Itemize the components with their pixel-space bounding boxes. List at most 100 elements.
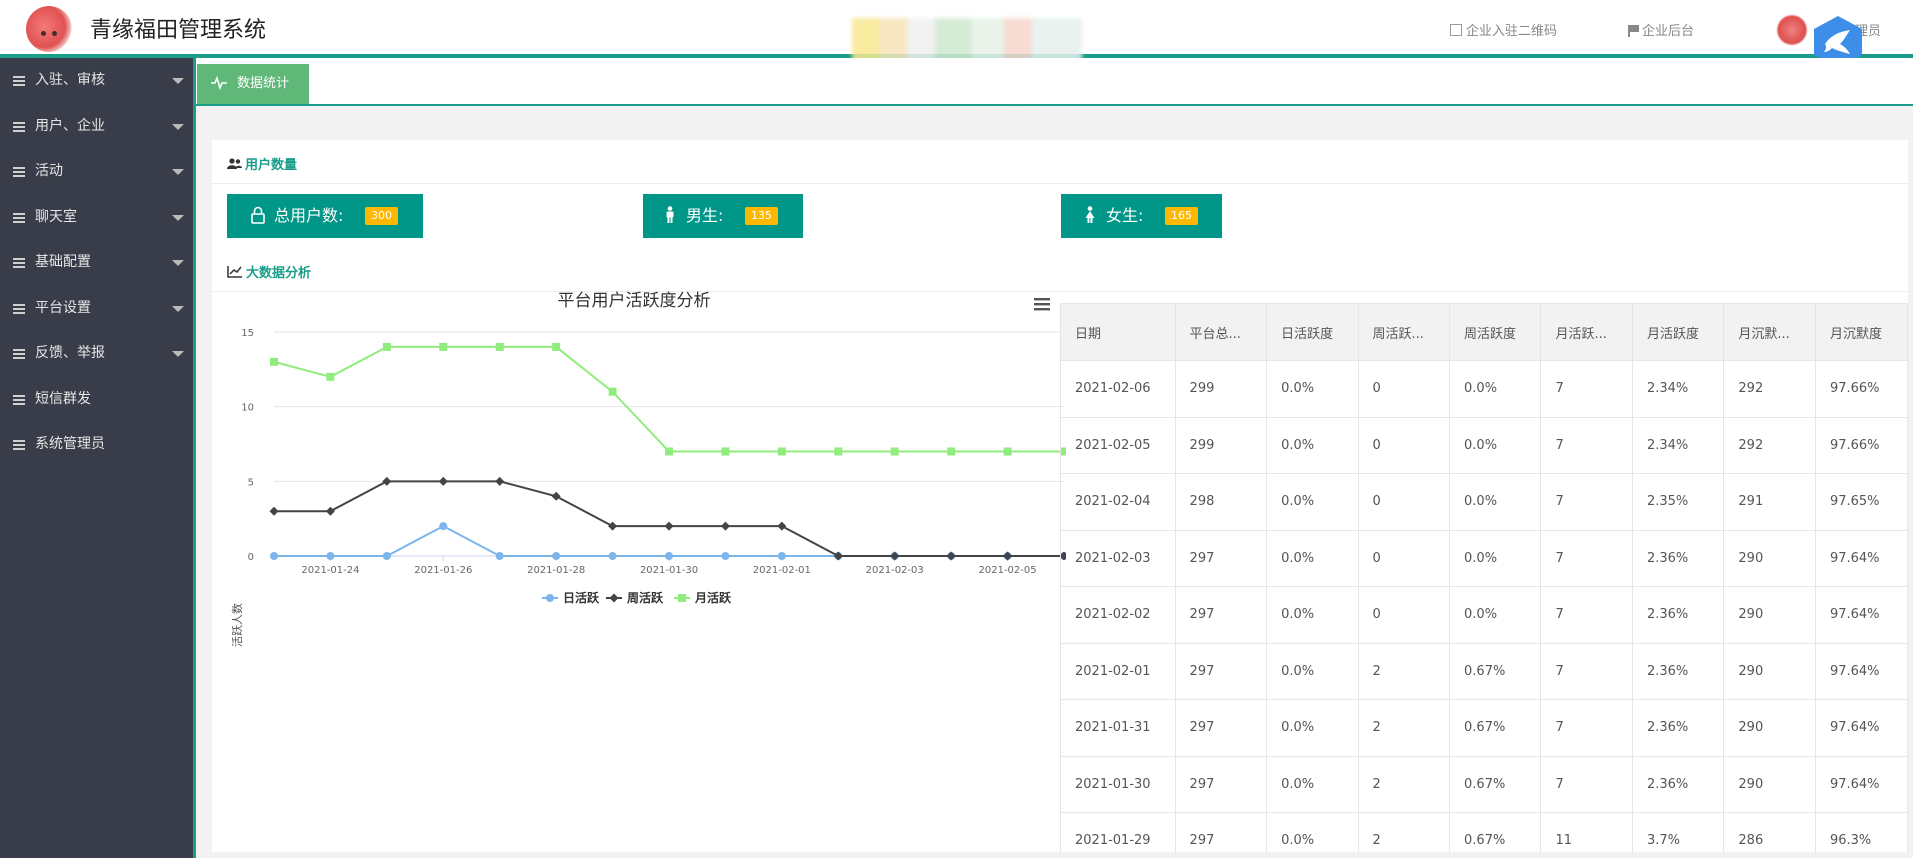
sidebar-item-basic-config[interactable]: 基础配置 — [0, 240, 193, 286]
list-icon — [13, 121, 25, 132]
data-point — [721, 447, 730, 456]
sidebar-item-sms[interactable]: 短信群发 — [0, 377, 193, 423]
table-header-cell[interactable]: 月沉默度 — [1814, 303, 1908, 361]
sidebar-item-onboarding[interactable]: 入驻、审核 — [0, 58, 193, 104]
data-point — [269, 506, 279, 516]
sidebar-item-label: 活动 — [35, 163, 63, 179]
sidebar-item-label: 用户、企业 — [35, 117, 105, 134]
sidebar-item-label: 系统管理员 — [35, 436, 105, 452]
table-cell: 0.0% — [1449, 360, 1542, 418]
analysis-title: 大数据分析 — [246, 266, 312, 281]
list-icon — [13, 440, 25, 450]
data-point — [1003, 551, 1013, 561]
table-cell: 297 — [1174, 642, 1268, 700]
table-cell: 97.64% — [1814, 699, 1908, 757]
table-cell: 2021-02-05 — [1060, 416, 1176, 474]
table-header-cell[interactable]: 周活跃度 — [1449, 303, 1542, 361]
sidebar-item-admins[interactable]: 系统管理员 — [0, 422, 193, 468]
tab-bar: 数据统计 — [196, 58, 1913, 106]
table-cell: 2021-02-06 — [1060, 360, 1176, 418]
sidebar-item-feedback[interactable]: 反馈、举报 — [0, 331, 193, 377]
data-point — [608, 552, 617, 560]
list-icon — [13, 303, 25, 314]
table-cell: 0.0% — [1266, 416, 1359, 474]
table-header-cell[interactable]: 平台总... — [1174, 303, 1268, 361]
x-tick-label: 2021-02-03 — [866, 565, 924, 576]
data-point — [777, 552, 786, 560]
table-cell: 97.66% — [1814, 360, 1908, 418]
qrcode-link[interactable]: 企业入驻二维码 — [1450, 20, 1557, 39]
sidebar-item-chatroom[interactable]: 聊天室 — [0, 195, 193, 241]
y-tick-label: 15 — [241, 328, 254, 339]
table-cell: 299 — [1174, 360, 1268, 418]
table-row: 2021-02-03 297 0.0% 0 0.0% 7 2.36% 290 97.64% — [1060, 529, 1908, 587]
y-axis-label: 活跃人数 — [230, 603, 244, 647]
enterprise-backend-link[interactable]: 企业后台 — [1628, 20, 1694, 39]
app-logo — [26, 6, 72, 52]
table-cell: 7 — [1540, 755, 1633, 813]
table-cell: 0.0% — [1449, 416, 1542, 474]
sidebar-item-label: 反馈、举报 — [35, 345, 105, 361]
male-users-button[interactable]: 男生: 135 — [643, 194, 803, 238]
table-cell: 97.64% — [1814, 755, 1908, 813]
data-point — [946, 551, 956, 561]
table-row: 2021-01-31 297 0.0% 2 0.67% 7 2.36% 290 97.64% — [1060, 699, 1908, 757]
data-point — [439, 522, 448, 531]
table-cell: 0.67% — [1449, 699, 1542, 757]
data-point — [665, 552, 673, 560]
table-cell: 2 — [1357, 755, 1451, 813]
table-cell: 290 — [1723, 755, 1816, 813]
table-header-cell[interactable]: 周活跃... — [1357, 303, 1451, 361]
table-row: 2021-02-02 297 0.0% 0 0.0% 7 2.36% 290 97.64% — [1060, 586, 1908, 644]
table-header-cell[interactable]: 月沉默... — [1723, 303, 1816, 361]
list-icon — [13, 76, 25, 86]
sidebar: 入驻、审核 用户、企业 活动 聊天室 基础配置 平台设置 反馈、举报 短信群发 … — [0, 58, 196, 858]
data-point — [777, 447, 786, 456]
sidebar-item-platform-settings[interactable]: 平台设置 — [0, 286, 193, 332]
sidebar-item-label: 基础配置 — [35, 254, 91, 270]
table-header-cell[interactable]: 日活跃度 — [1266, 303, 1359, 361]
table-cell: 2 — [1357, 642, 1451, 700]
y-tick-label: 5 — [248, 477, 254, 488]
activity-line-chart: 平台用户活跃度分析 活跃人数 0 5 10 15 2021-01-24 2021-01-… — [230, 291, 1066, 647]
table-cell: 0.0% — [1266, 360, 1359, 418]
x-tick-label: 2021-01-30 — [640, 565, 698, 576]
table-cell: 292 — [1723, 360, 1816, 418]
table-cell: 2021-01-30 — [1060, 755, 1176, 813]
table-header-cell[interactable]: 月活跃... — [1540, 303, 1633, 361]
total-users-button[interactable]: 总用户数: 300 — [227, 194, 423, 238]
table-header-cell[interactable]: 月活跃度 — [1631, 303, 1725, 361]
table-cell: 97.64% — [1814, 586, 1908, 644]
data-point — [495, 342, 504, 351]
table-cell: 7 — [1540, 360, 1633, 418]
table-cell: 97.64% — [1814, 642, 1908, 700]
table-cell: 7 — [1540, 416, 1633, 474]
sidebar-item-activities[interactable]: 活动 — [0, 149, 193, 195]
table-header-cell[interactable]: 日期 — [1060, 303, 1176, 361]
tab-statistics[interactable]: 数据统计 — [197, 64, 309, 104]
total-users-badge: 300 — [365, 207, 398, 225]
qrcode-icon — [1450, 24, 1462, 36]
lock-icon — [251, 206, 265, 224]
list-icon — [13, 167, 25, 177]
data-point — [890, 447, 899, 456]
backend-link-label: 企业后台 — [1642, 24, 1695, 39]
female-users-badge: 165 — [1165, 207, 1198, 225]
sidebar-item-users[interactable]: 用户、企业 — [0, 104, 193, 150]
table-cell: 297 — [1174, 755, 1268, 813]
table-row: 2021-02-06 299 0.0% 0 0.0% 7 2.34% 292 97.66% — [1060, 360, 1908, 418]
chart-menu-icon[interactable] — [1034, 298, 1050, 311]
male-users-label: 男生: — [686, 206, 724, 225]
data-point — [552, 342, 561, 351]
data-point — [326, 552, 335, 560]
table-cell: 2.36% — [1631, 755, 1725, 813]
user-avatar[interactable] — [1776, 14, 1808, 46]
table-row: 2021-01-30 297 0.0% 2 0.67% 7 2.36% 290 97.64% — [1060, 755, 1908, 813]
data-point — [326, 372, 335, 381]
data-point — [495, 476, 505, 486]
data-point — [665, 447, 673, 456]
table-cell: 290 — [1723, 642, 1816, 700]
female-users-button[interactable]: 女生: 165 — [1061, 194, 1222, 238]
male-users-badge: 135 — [745, 207, 778, 225]
x-tick-label: 2021-02-01 — [753, 565, 811, 576]
